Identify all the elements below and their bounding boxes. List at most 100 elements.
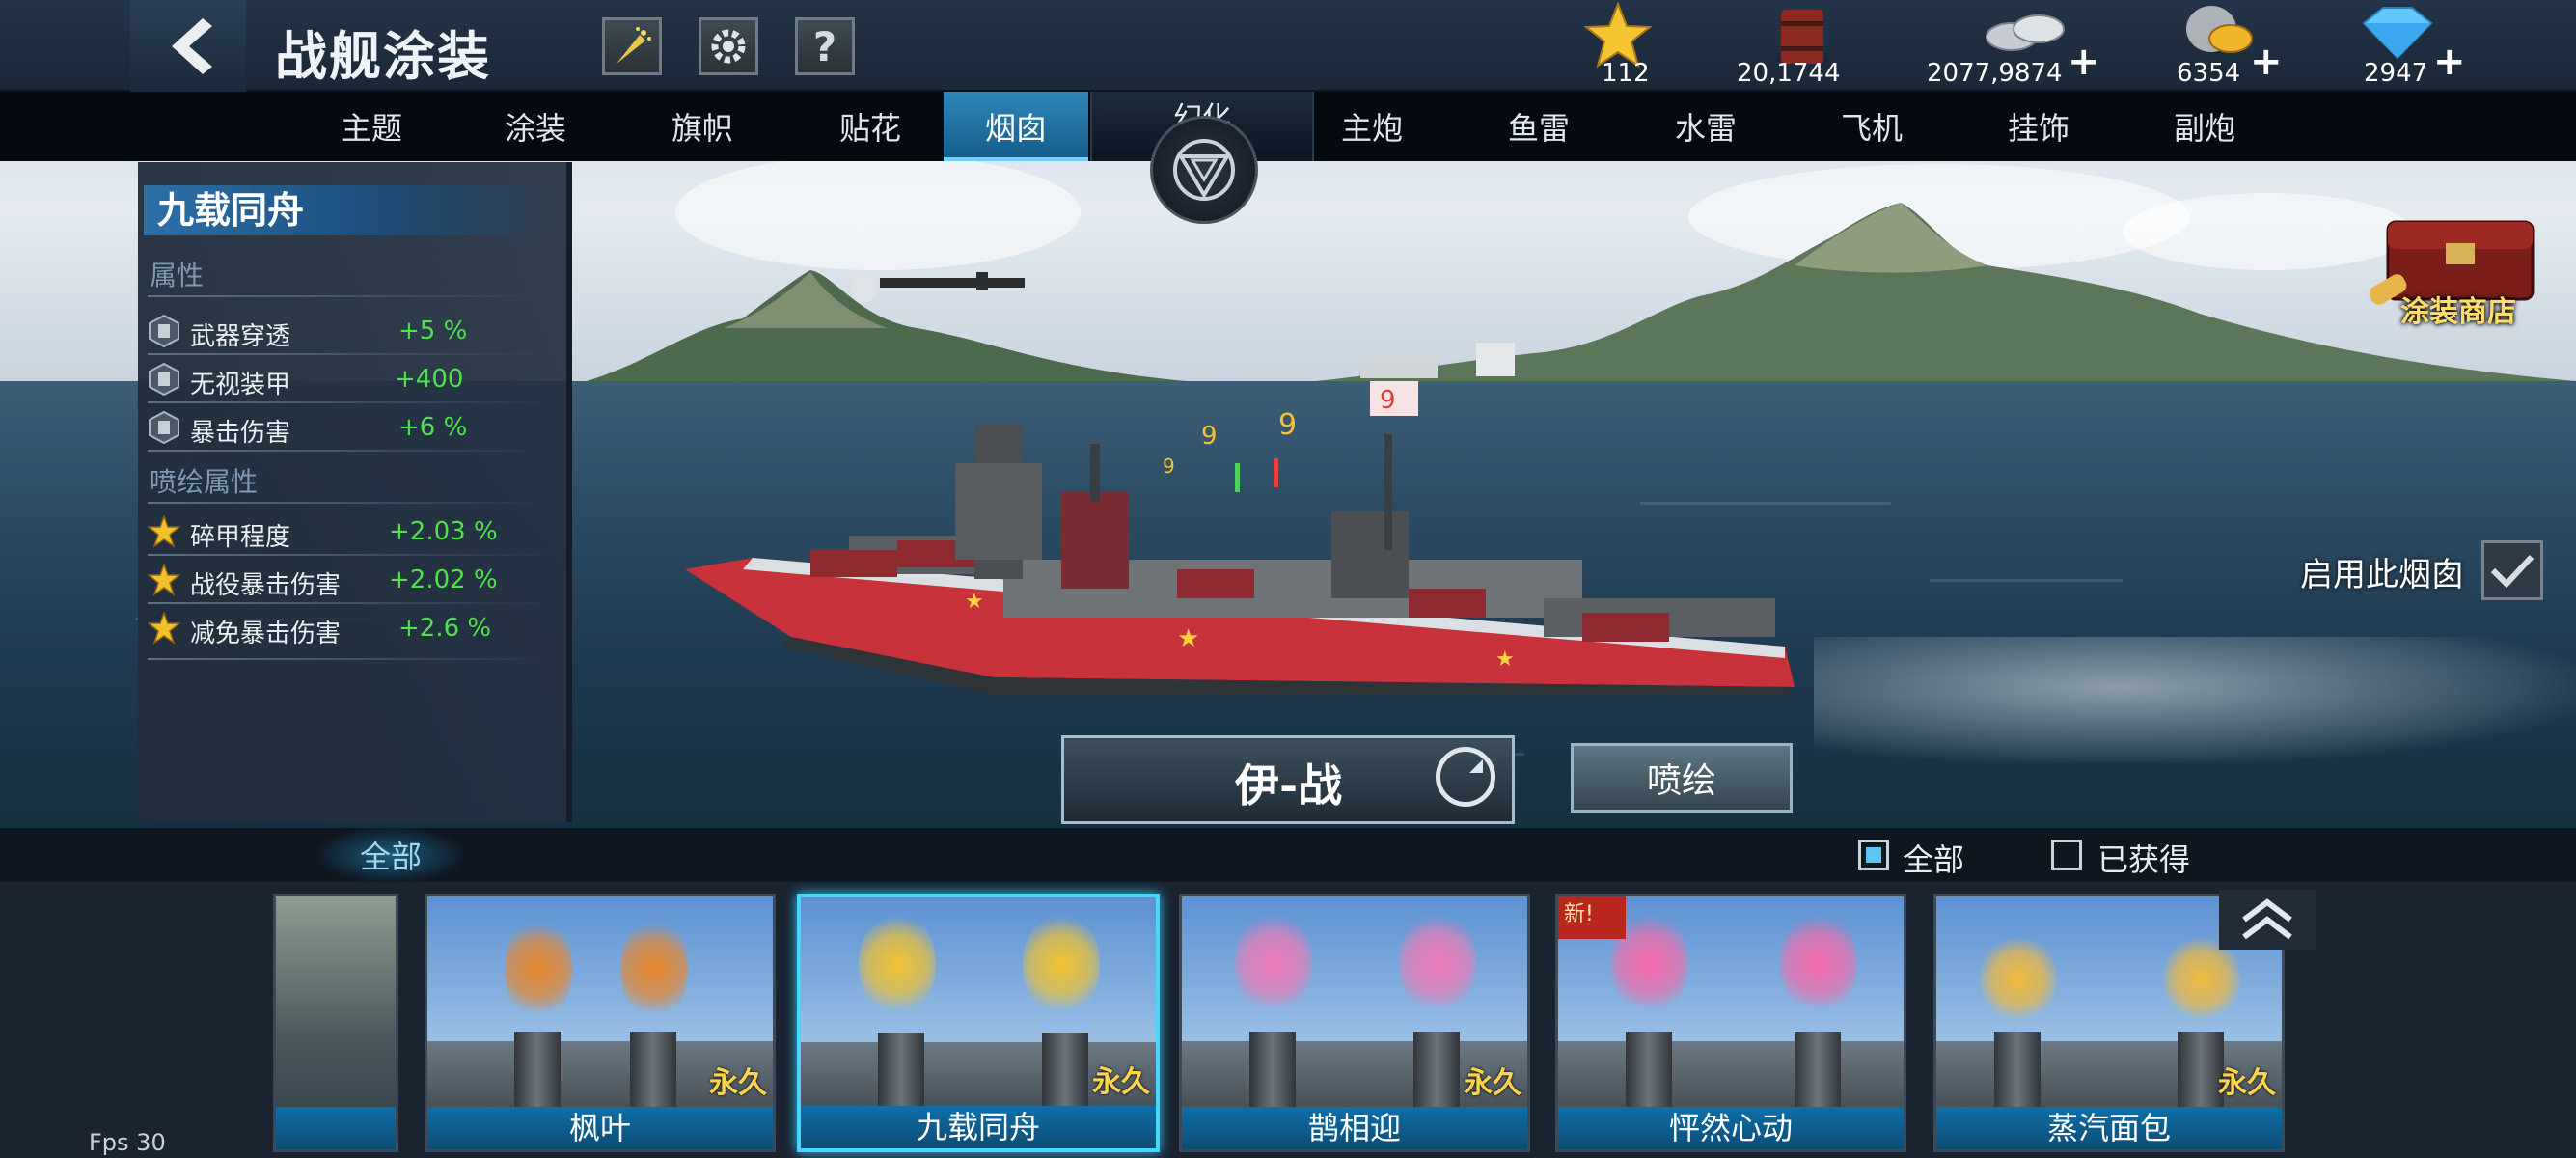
skin-title: 九载同舟 bbox=[144, 185, 549, 235]
chimney-icon bbox=[514, 1032, 561, 1118]
illusion-emblem-button[interactable] bbox=[1150, 116, 1258, 224]
chimney-card-partial[interactable] bbox=[273, 894, 398, 1152]
tab-torpedo[interactable]: 鱼雷 bbox=[1462, 92, 1616, 161]
paint-shop-label[interactable]: 涂装商店 bbox=[2400, 288, 2516, 330]
tab-aircraft[interactable]: 飞机 bbox=[1795, 92, 1949, 161]
spray-attr-row: 减免暴击伤害 +2.6 % bbox=[146, 606, 551, 650]
chimney-icon bbox=[1413, 1032, 1460, 1118]
chimney-icon bbox=[1994, 1032, 2041, 1118]
diamond-icon bbox=[2362, 7, 2433, 60]
tab-decal[interactable]: 贴花 bbox=[793, 92, 947, 161]
shield-hex-icon bbox=[149, 315, 179, 347]
wave bbox=[1930, 579, 2123, 582]
chimney-card-selected[interactable]: 永久 九载同舟 bbox=[797, 894, 1160, 1152]
divider bbox=[148, 502, 553, 504]
divider bbox=[148, 401, 553, 403]
permanent-tag: 永久 bbox=[1092, 1065, 1150, 1099]
attr-row: 无视装甲 +400 bbox=[146, 357, 551, 401]
spray-attr-row: 战役暴击伤害 +2.02 % bbox=[146, 558, 551, 602]
svg-text:9: 9 bbox=[1201, 422, 1218, 451]
chimney-card[interactable]: 永久 枫叶 bbox=[425, 894, 776, 1152]
svg-text:9: 9 bbox=[1163, 455, 1175, 478]
attr-row: 武器穿透 +5 % bbox=[146, 309, 551, 353]
enable-chimney-checkbox[interactable] bbox=[2481, 540, 2543, 600]
card-sky bbox=[1182, 896, 1527, 1051]
svg-text:★: ★ bbox=[1177, 624, 1199, 653]
card-name: 蒸汽面包 bbox=[1936, 1107, 2282, 1149]
tab-mine[interactable]: 水雷 bbox=[1629, 92, 1783, 161]
silver-coin-icon bbox=[1986, 14, 2065, 51]
divider bbox=[148, 353, 553, 355]
collapse-strip-button[interactable] bbox=[2219, 890, 2316, 950]
resource-stars: 112 bbox=[1573, 0, 1659, 92]
filter-tab-all[interactable]: 全部 bbox=[318, 828, 463, 882]
resource-fuel: 20,1744 bbox=[1727, 0, 1881, 92]
divider bbox=[148, 602, 553, 604]
star-icon bbox=[148, 564, 180, 596]
smoke-puff bbox=[859, 911, 936, 1017]
filter-owned-label[interactable]: 已获得 bbox=[2097, 836, 2190, 880]
enable-chimney-label: 启用此烟囱 bbox=[2300, 556, 2464, 594]
plane-icon bbox=[880, 272, 1025, 290]
filter-owned-checkbox[interactable] bbox=[2051, 840, 2082, 870]
card-sky bbox=[427, 896, 773, 1051]
svg-text:9: 9 bbox=[1380, 386, 1396, 415]
filter-all-label[interactable]: 全部 bbox=[1903, 836, 1964, 880]
tab-ornament[interactable]: 挂饰 bbox=[1961, 92, 2116, 161]
add-gold-icon[interactable]: + bbox=[2250, 40, 2283, 84]
chimney-card[interactable]: 新! 怦然心动 bbox=[1555, 894, 1906, 1152]
back-button[interactable] bbox=[130, 0, 246, 92]
spray-paint-button[interactable]: 喷绘 bbox=[1571, 743, 1793, 813]
divider bbox=[148, 658, 553, 660]
ship-wake bbox=[1814, 637, 2576, 762]
tab-paint[interactable]: 涂装 bbox=[458, 92, 613, 161]
smoke-puff bbox=[1780, 910, 1857, 1016]
attribute-panel: 九载同舟 属性 武器穿透 +5 % 无视装甲 +400 暴击伤害 +6 % 喷绘… bbox=[138, 162, 572, 822]
chimney-icon bbox=[1626, 1032, 1672, 1118]
card-name: 怦然心动 bbox=[1558, 1107, 1904, 1149]
star-icon bbox=[148, 612, 180, 645]
spray-attr-row: 碎甲程度 +2.03 % bbox=[146, 510, 551, 554]
attr-section-label: 属性 bbox=[150, 260, 205, 291]
resource-gold[interactable]: 6354 + bbox=[2151, 0, 2287, 92]
filter-all-checkbox[interactable] bbox=[1858, 840, 1889, 870]
resource-diamond[interactable]: 2947 + bbox=[2344, 0, 2470, 92]
permanent-tag: 永久 bbox=[709, 1066, 767, 1100]
tab-flag[interactable]: 旗帜 bbox=[625, 92, 780, 161]
chimney-icon bbox=[1249, 1032, 1296, 1118]
firework-button[interactable] bbox=[602, 17, 662, 75]
divider bbox=[148, 554, 553, 556]
smoke-puff bbox=[1023, 911, 1100, 1017]
shield-hex-icon bbox=[149, 411, 179, 444]
smoke-puff bbox=[620, 916, 688, 1022]
fps-counter: Fps 30 bbox=[89, 1129, 166, 1156]
new-badge: 新! bbox=[1558, 896, 1626, 939]
card-name: 九载同舟 bbox=[801, 1106, 1156, 1148]
help-icon: ? bbox=[812, 22, 837, 70]
smoke-puff bbox=[505, 916, 572, 1022]
chimney-card[interactable]: 永久 鹊相迎 bbox=[1179, 894, 1530, 1152]
add-diamond-icon[interactable]: + bbox=[2433, 40, 2466, 84]
flag-icon: 9 bbox=[1370, 381, 1418, 416]
double-chevron-up-icon bbox=[2242, 898, 2292, 940]
tab-main-gun[interactable]: 主炮 bbox=[1295, 92, 1449, 161]
card-sky bbox=[801, 897, 1156, 1052]
gear-icon bbox=[711, 29, 746, 64]
divider bbox=[148, 450, 553, 452]
svg-text:9: 9 bbox=[1278, 408, 1297, 442]
settings-button[interactable] bbox=[699, 17, 758, 75]
gold-coin-icon bbox=[2186, 6, 2253, 53]
switch-ship-button[interactable] bbox=[1436, 747, 1495, 807]
tab-chimney[interactable]: 烟囱 bbox=[944, 92, 1088, 161]
resource-silver[interactable]: 2077,9874 + bbox=[1925, 0, 2100, 92]
spray-section-label: 喷绘属性 bbox=[150, 466, 259, 498]
help-button[interactable]: ? bbox=[795, 17, 855, 75]
tab-secondary-gun[interactable]: 副炮 bbox=[2127, 92, 2282, 161]
chimney-icon bbox=[1795, 1032, 1841, 1118]
firework-icon bbox=[617, 27, 651, 64]
tab-theme[interactable]: 主题 bbox=[294, 92, 449, 161]
svg-text:★: ★ bbox=[1495, 648, 1515, 672]
add-silver-icon[interactable]: + bbox=[2068, 40, 2100, 84]
attr-row: 暴击伤害 +6 % bbox=[146, 405, 551, 450]
smoke-puff bbox=[1980, 935, 2057, 1022]
